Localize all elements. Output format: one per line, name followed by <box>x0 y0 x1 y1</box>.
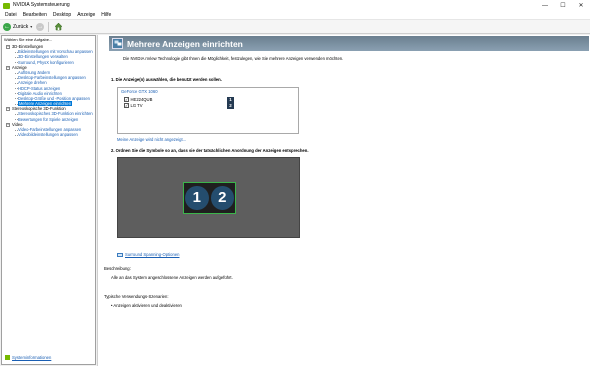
usage-item-text: Anzeigen aktivieren und deaktivieren <box>113 303 182 308</box>
info-icon <box>5 355 10 360</box>
surround-options[interactable]: Surround Spanning-Optionen <box>117 252 179 257</box>
nvidia-logo-icon <box>3 2 10 9</box>
window-title: NVIDIA Systemsteuerung <box>13 2 70 8</box>
surround-spanning-link[interactable]: Surround Spanning-Optionen <box>125 252 179 257</box>
menu-datei[interactable]: Datei <box>2 11 20 20</box>
back-button[interactable]: ← Zurück ▾ <box>3 21 32 32</box>
arrow-left-icon: ← <box>3 22 11 31</box>
content-pane: Mehrere Anzeigen einrichten Die NVIDIA n… <box>97 35 590 366</box>
chevron-down-icon[interactable]: ▾ <box>30 24 32 29</box>
display-checkbox[interactable]: ✓ <box>124 97 129 102</box>
usage-item: • Anzeigen aktivieren und deaktivieren <box>111 303 182 308</box>
display-name: HE224QUB <box>130 97 153 102</box>
display-row[interactable]: ✓ LG TV <box>124 103 143 108</box>
step2-label: 2. Ordnen Sie die Symbole so an, dass si… <box>111 148 309 153</box>
toolbar-separator <box>48 21 50 32</box>
step1-label: 1. Die Anzeige(n) auswählen, die benutzt… <box>111 77 222 82</box>
gpu-name: GeForce GTX 1060 <box>121 89 158 94</box>
menu-bar: Datei Bearbeiten Desktop Anzeige Hilfe <box>0 11 590 20</box>
display-number-badge: 1 <box>227 97 234 103</box>
task-pane: Wählen Sie eine Aufgabe... −3D-Einstellu… <box>1 35 96 365</box>
app-window: NVIDIA Systemsteuerung — ☐ ✕ Datei Bearb… <box>0 0 590 366</box>
menu-bearbeiten[interactable]: Bearbeiten <box>20 11 50 20</box>
missing-display-link[interactable]: Meine Anzeige wird nicht angezeigt... <box>117 137 186 142</box>
back-label: Zurück <box>13 23 29 30</box>
display-checkbox[interactable]: ✓ <box>124 103 129 108</box>
tree-item-label: Videobildeinstellungen anpassen <box>18 132 78 138</box>
description-text: Alle an das System angeschlossene Anzeig… <box>111 275 233 280</box>
system-info-link[interactable]: Systeminformationen <box>12 355 51 360</box>
arrow-right-icon[interactable]: → <box>36 22 45 31</box>
page-description: Die NVIDIA nView Technologie gibt Ihnen … <box>123 56 344 61</box>
menu-hilfe[interactable]: Hilfe <box>98 11 114 20</box>
menu-anzeige[interactable]: Anzeige <box>74 11 98 20</box>
monitor-2-icon[interactable]: 2 <box>210 186 234 210</box>
page-title: Mehrere Anzeigen einrichten <box>127 38 243 49</box>
description-label: Beschreibung: <box>104 266 131 271</box>
monitor-1-icon[interactable]: 1 <box>185 186 209 210</box>
home-icon[interactable] <box>54 22 63 31</box>
task-pane-header: Wählen Sie eine Aufgabe... <box>4 37 53 42</box>
system-info[interactable]: Systeminformationen <box>5 355 51 360</box>
toolbar: ← Zurück ▾ → <box>0 20 590 34</box>
minimize-button[interactable]: — <box>536 0 554 11</box>
display-list: GeForce GTX 1060 ✓ HE224QUB 1 ✓ LG TV 2 <box>117 87 299 134</box>
multi-display-icon <box>112 38 123 49</box>
page-banner: Mehrere Anzeigen einrichten <box>109 36 589 51</box>
title-bar: NVIDIA Systemsteuerung — ☐ ✕ <box>0 0 590 11</box>
task-tree: −3D-Einstellungen Bildeinstellungen mit V… <box>2 44 95 137</box>
close-button[interactable]: ✕ <box>572 0 590 11</box>
display-arrangement-area[interactable]: 1 2 <box>117 157 300 238</box>
display-row[interactable]: ✓ HE224QUB <box>124 97 152 102</box>
tree-item[interactable]: Videobildeinstellungen anpassen <box>2 132 95 137</box>
maximize-button[interactable]: ☐ <box>554 0 572 11</box>
display-name: LG TV <box>130 103 143 108</box>
monitor-group[interactable]: 1 2 <box>183 182 236 214</box>
surround-icon <box>117 252 123 257</box>
menu-desktop[interactable]: Desktop <box>50 11 74 20</box>
usage-label: Typische Verwendungs-Szenarien: <box>104 294 169 299</box>
display-number-badge: 2 <box>227 103 234 109</box>
